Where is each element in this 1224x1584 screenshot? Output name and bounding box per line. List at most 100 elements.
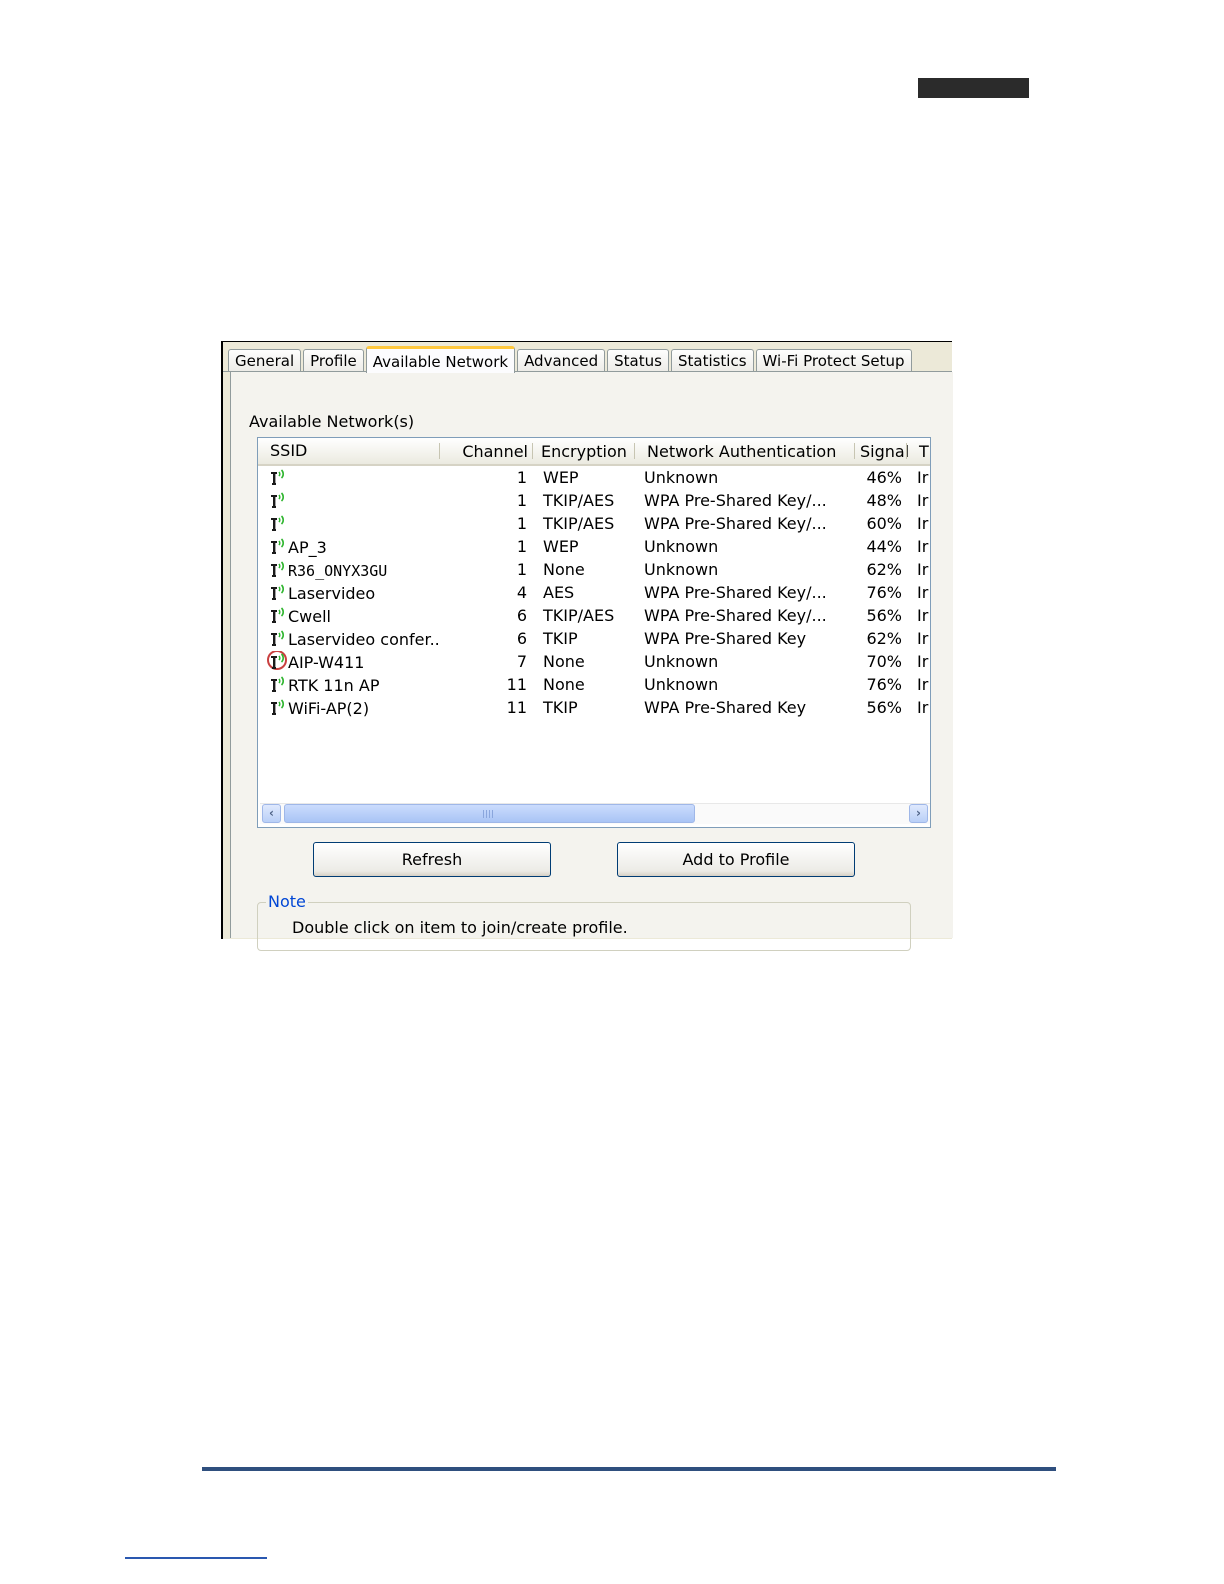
cell-channel: 1	[516, 468, 527, 487]
cell-ssid	[258, 513, 440, 536]
table-row[interactable]: WiFi-AP(2) 11 TKIP WPA Pre-Shared Key 56…	[258, 697, 930, 720]
cell-channel: 1	[516, 537, 527, 556]
cell-ssid: R36_ONYX3GU	[258, 559, 440, 582]
add-to-profile-button[interactable]: Add to Profile	[617, 842, 855, 877]
tab-wifi-protect-setup[interactable]: Wi-Fi Protect Setup	[755, 349, 912, 372]
note-legend: Note	[266, 892, 308, 911]
scrollbar-thumb[interactable]	[284, 804, 695, 823]
cell-signal: 46%	[866, 468, 902, 487]
horizontal-scrollbar[interactable]: ‹ ›	[260, 803, 930, 824]
ssid-label: RTK 11n AP	[288, 675, 380, 695]
signal-antenna-icon	[270, 537, 288, 557]
cell-signal: 44%	[866, 537, 902, 556]
table-row[interactable]: Laservideo 4 AES WPA Pre-Shared Key/... …	[258, 582, 930, 605]
cell-encryption: None	[543, 560, 585, 579]
cell-type: Ir	[917, 652, 929, 671]
cell-type: Ir	[917, 583, 929, 602]
column-header-type[interactable]: T	[907, 438, 930, 464]
table-row[interactable]: Laservideo confer... 6 TKIP WPA Pre-Shar…	[258, 628, 930, 651]
cell-channel: 7	[516, 652, 527, 671]
cell-ssid: Laservideo confer...	[258, 628, 440, 651]
tab-available-network[interactable]: Available Network	[365, 346, 516, 373]
column-header-auth[interactable]: Network Authentication	[635, 438, 855, 464]
cell-ssid	[258, 490, 440, 513]
signal-antenna-icon	[270, 629, 288, 649]
tab-statistics[interactable]: Statistics	[670, 349, 754, 372]
list-header: SSID Channel Encryption Network Authenti…	[258, 438, 930, 466]
cell-ssid: RTK 11n AP	[258, 674, 440, 697]
cell-signal: 76%	[866, 675, 902, 694]
cell-channel: 1	[516, 491, 527, 510]
cell-type: Ir	[917, 606, 929, 625]
scroll-right-icon[interactable]: ›	[909, 804, 928, 823]
cell-channel: 11	[506, 698, 527, 717]
table-row[interactable]: 1 TKIP/AES WPA Pre-Shared Key/... 60% Ir	[258, 513, 930, 536]
signal-antenna-icon	[270, 468, 288, 488]
ssid-label: Cwell	[288, 606, 331, 626]
table-row[interactable]: 1 WEP Unknown 46% Ir	[258, 467, 930, 490]
table-row[interactable]: Cwell 6 TKIP/AES WPA Pre-Shared Key/... …	[258, 605, 930, 628]
cell-channel: 1	[516, 514, 527, 533]
cell-auth: Unknown	[644, 468, 719, 487]
cell-encryption: WEP	[543, 537, 579, 556]
column-header-signal[interactable]: Signal	[855, 438, 909, 464]
available-network-panel: Available Network(s) SSID Channel Encryp…	[230, 372, 953, 951]
cell-channel: 6	[516, 606, 527, 625]
tab-status[interactable]: Status	[607, 349, 669, 372]
cell-type: Ir	[917, 537, 929, 556]
cell-signal: 56%	[866, 606, 902, 625]
cell-signal: 48%	[866, 491, 902, 510]
signal-antenna-icon	[270, 606, 288, 626]
table-row[interactable]: AP_3 1 WEP Unknown 44% Ir	[258, 536, 930, 559]
cell-channel: 1	[516, 560, 527, 579]
cell-auth: Unknown	[644, 560, 719, 579]
cell-signal: 62%	[866, 629, 902, 648]
tab-profile[interactable]: Profile	[303, 349, 364, 372]
cell-type: Ir	[917, 491, 929, 510]
cell-ssid: Cwell	[258, 605, 440, 628]
cell-ssid: AP_3	[258, 536, 440, 559]
cell-encryption: TKIP	[543, 629, 578, 648]
table-row[interactable]: RTK 11n AP 11 None Unknown 76% Ir	[258, 674, 930, 697]
cell-signal: 62%	[866, 560, 902, 579]
cell-encryption: TKIP	[543, 698, 578, 717]
grip-icon	[483, 810, 493, 818]
cell-signal: 70%	[866, 652, 902, 671]
ssid-label: WiFi-AP(2)	[288, 698, 370, 718]
signal-antenna-icon	[270, 491, 288, 511]
cell-channel: 4	[516, 583, 527, 602]
column-header-encryption[interactable]: Encryption	[533, 438, 635, 464]
cell-auth: WPA Pre-Shared Key/...	[644, 606, 827, 625]
group-title: Available Network(s)	[249, 412, 415, 431]
table-row[interactable]: 1 TKIP/AES WPA Pre-Shared Key/... 48% Ir	[258, 490, 930, 513]
column-header-ssid[interactable]: SSID	[258, 438, 440, 464]
scroll-left-icon[interactable]: ‹	[262, 804, 281, 823]
cell-type: Ir	[917, 675, 929, 694]
signal-antenna-icon	[270, 583, 288, 603]
cell-encryption: None	[543, 675, 585, 694]
network-list[interactable]: SSID Channel Encryption Network Authenti…	[257, 437, 931, 828]
column-header-channel[interactable]: Channel	[440, 438, 533, 464]
tab-general[interactable]: General	[228, 349, 302, 372]
tab-strip: General Profile Available Network Advanc…	[228, 345, 914, 373]
table-row[interactable]: AIP-W411 7 None Unknown 70% Ir	[258, 651, 930, 674]
cell-channel: 11	[506, 675, 527, 694]
network-rows: 1 WEP Unknown 46% Ir 1 TKIP/AES WPA Pre-…	[258, 467, 930, 720]
cell-auth: WPA Pre-Shared Key/...	[644, 583, 827, 602]
tab-advanced[interactable]: Advanced	[517, 349, 606, 372]
signal-antenna-icon	[267, 651, 288, 672]
cell-type: Ir	[917, 629, 929, 648]
cell-type: Ir	[917, 560, 929, 579]
cell-auth: WPA Pre-Shared Key/...	[644, 491, 827, 510]
cell-encryption: WEP	[543, 468, 579, 487]
ssid-label: Laservideo confer...	[288, 629, 440, 649]
signal-antenna-icon	[270, 514, 288, 534]
cell-encryption: TKIP/AES	[543, 491, 615, 510]
refresh-button[interactable]: Refresh	[313, 842, 551, 877]
signal-antenna-icon	[270, 560, 288, 580]
cell-auth: Unknown	[644, 675, 719, 694]
ssid-label: Laservideo	[288, 583, 376, 603]
cell-auth: WPA Pre-Shared Key	[644, 629, 807, 648]
table-row[interactable]: R36_ONYX3GU 1 None Unknown 62% Ir	[258, 559, 930, 582]
cell-auth: Unknown	[644, 537, 719, 556]
